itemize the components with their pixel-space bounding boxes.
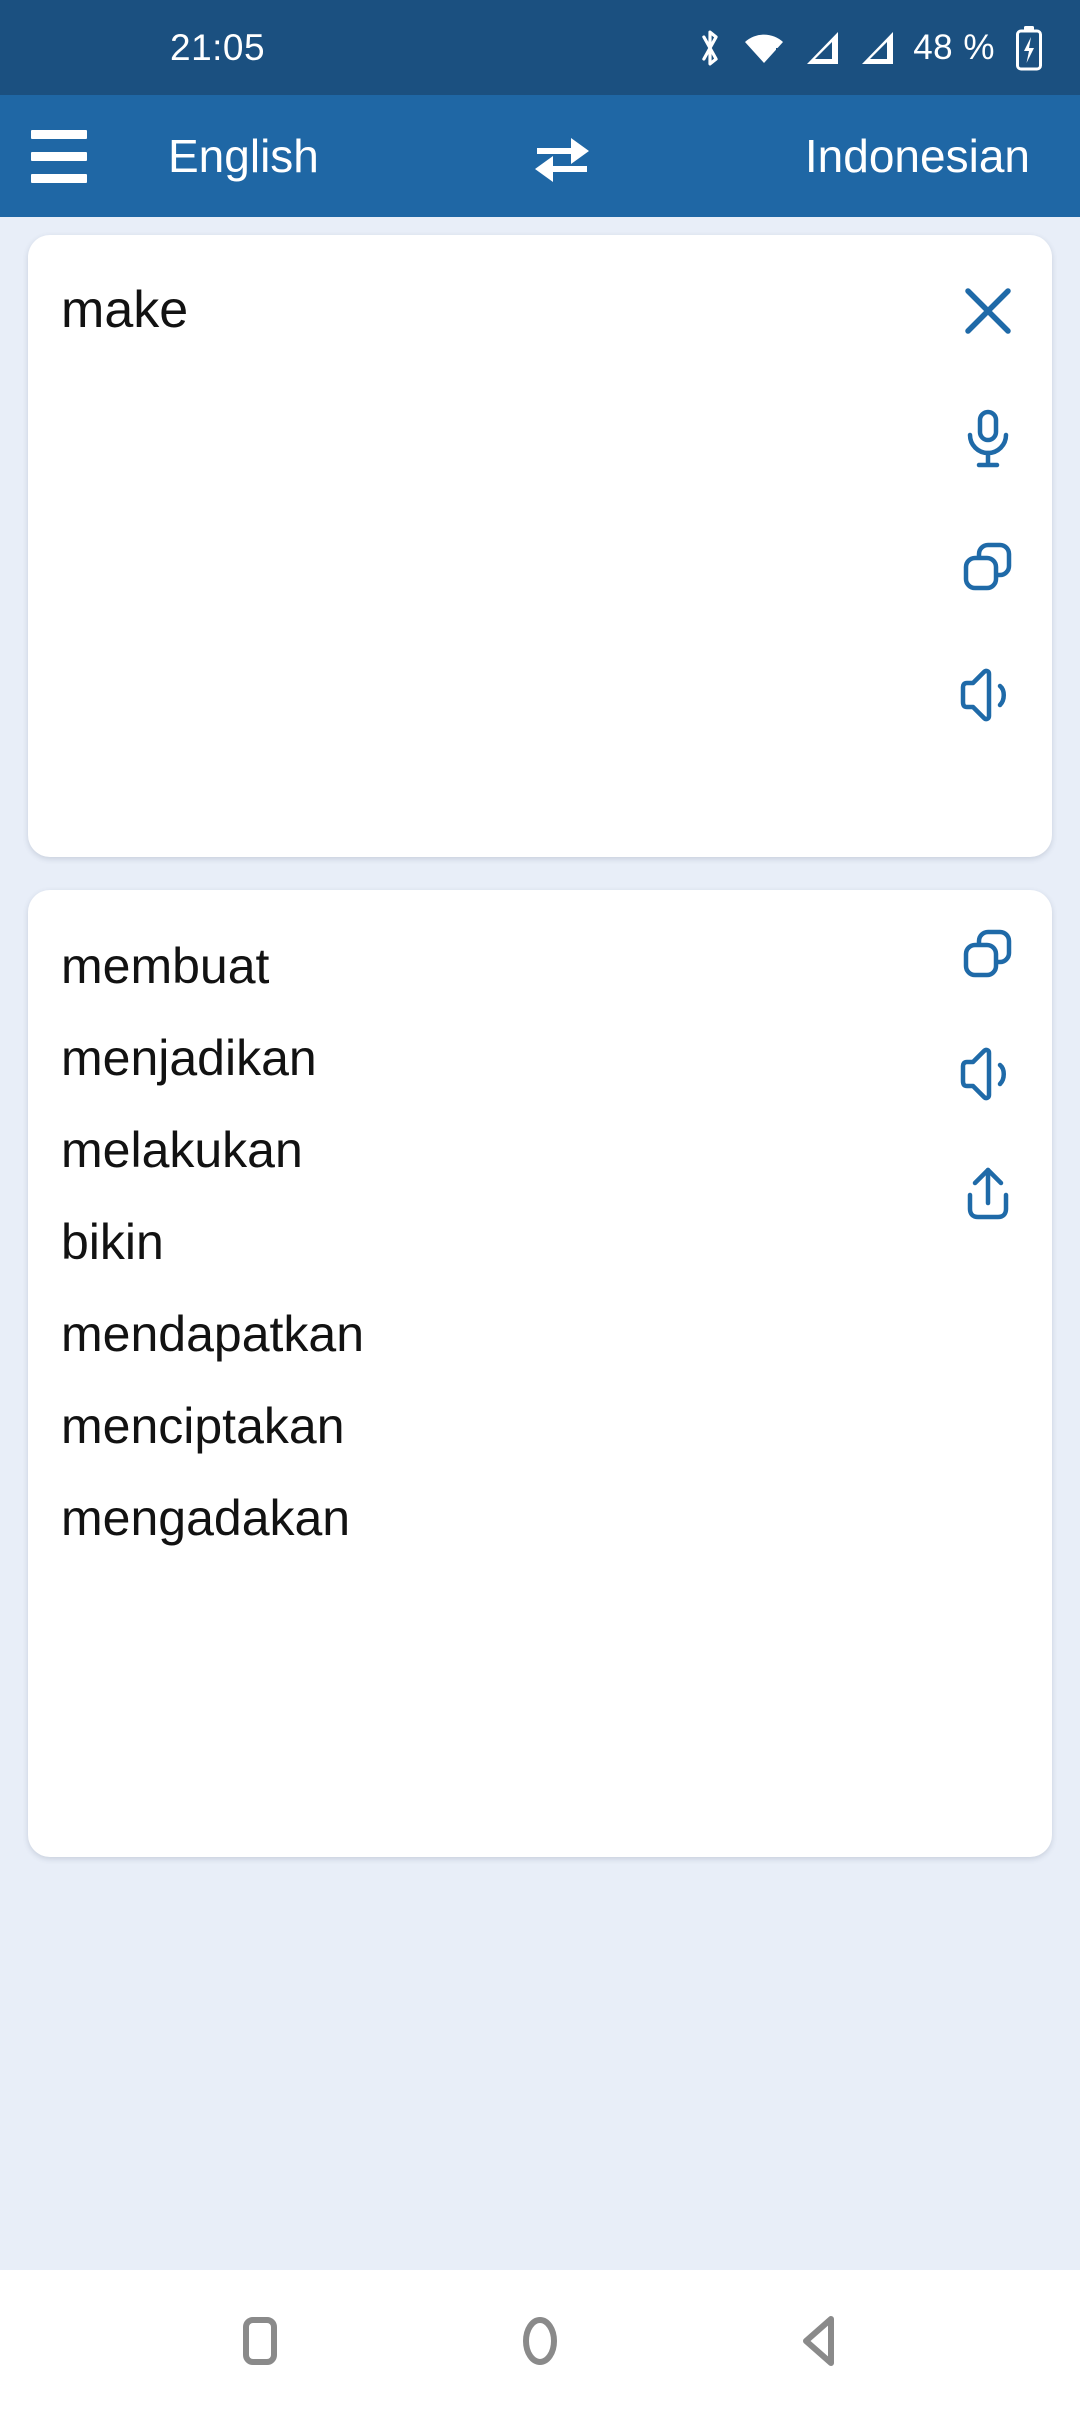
hamburger-bar — [31, 151, 87, 161]
list-item[interactable]: bikin — [61, 1196, 924, 1288]
input-text-area[interactable]: make — [28, 235, 924, 857]
app-toolbar: English Indonesian — [0, 95, 1080, 217]
speaker-icon — [959, 668, 1017, 722]
speaker-icon — [959, 1047, 1017, 1101]
status-bar: 21:05 48 % — [0, 0, 1080, 95]
battery-percent-label: 48 % — [913, 27, 995, 67]
list-item[interactable]: melakukan — [61, 1104, 924, 1196]
circle-icon — [518, 2314, 562, 2368]
voice-input-button[interactable] — [950, 401, 1026, 477]
results-card: membuat menjadikan melakukan bikin menda… — [28, 890, 1052, 1857]
recents-button[interactable] — [200, 2281, 320, 2401]
signal-icon-1 — [803, 28, 841, 68]
share-icon — [960, 1165, 1016, 1223]
battery-charging-icon — [1014, 25, 1044, 71]
list-item[interactable]: mengadakan — [61, 1472, 924, 1564]
results-action-bar — [924, 890, 1052, 1857]
copy-result-button[interactable] — [950, 916, 1026, 992]
app-root: 21:05 48 % English Indonesian make membu… — [0, 0, 1080, 2412]
close-icon — [959, 282, 1017, 340]
home-button[interactable] — [480, 2281, 600, 2401]
hamburger-bar — [31, 129, 87, 139]
copy-icon — [959, 925, 1017, 983]
share-result-button[interactable] — [950, 1156, 1026, 1232]
source-text[interactable]: make — [61, 279, 924, 341]
list-item[interactable]: menciptakan — [61, 1380, 924, 1472]
content-area: make membuat menjadikan melakukan bikin … — [0, 217, 1080, 2270]
back-button[interactable] — [760, 2281, 880, 2401]
triangle-back-icon — [797, 2313, 843, 2369]
speak-result-button[interactable] — [950, 1036, 1026, 1112]
hamburger-bar — [31, 173, 87, 183]
input-action-bar — [924, 235, 1052, 857]
translation-results-list: membuat menjadikan melakukan bikin menda… — [28, 890, 924, 1857]
clear-button[interactable] — [950, 273, 1026, 349]
signal-icon-2 — [858, 28, 896, 68]
microphone-icon — [961, 408, 1015, 470]
swap-languages-icon[interactable] — [517, 111, 607, 201]
hamburger-menu-icon[interactable] — [0, 95, 118, 217]
wifi-icon — [742, 28, 786, 68]
android-navigation-bar — [0, 2270, 1080, 2412]
status-bar-clock: 21:05 — [170, 26, 266, 68]
status-bar-icons: 48 % — [695, 25, 1044, 71]
copy-icon — [959, 538, 1017, 596]
input-card: make — [28, 235, 1052, 857]
list-item[interactable]: mendapatkan — [61, 1288, 924, 1380]
speak-input-button[interactable] — [950, 657, 1026, 733]
list-item[interactable]: menjadikan — [61, 1012, 924, 1104]
list-item[interactable]: membuat — [61, 920, 924, 1012]
copy-input-button[interactable] — [950, 529, 1026, 605]
bluetooth-icon — [695, 26, 725, 70]
square-icon — [238, 2314, 282, 2368]
target-language-button[interactable]: Indonesian — [805, 129, 1030, 183]
source-language-button[interactable]: English — [168, 129, 319, 183]
